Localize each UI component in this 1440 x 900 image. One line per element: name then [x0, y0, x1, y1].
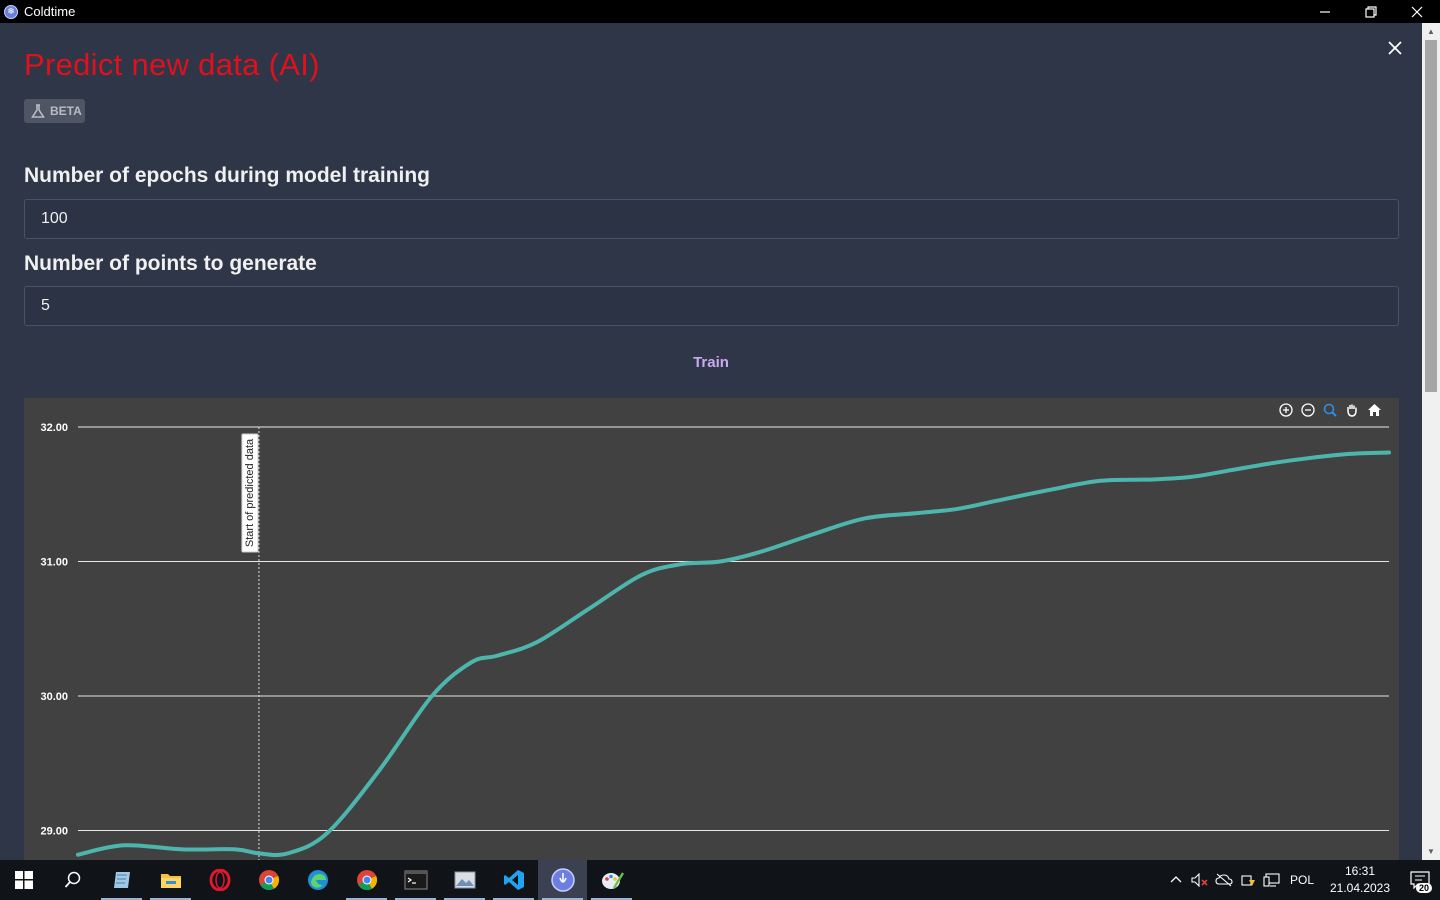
coldtime-app-icon — [550, 868, 575, 892]
points-label: Number of points to generate — [24, 252, 317, 275]
terminal-icon — [404, 870, 427, 890]
opera-icon — [209, 869, 230, 891]
paint-palette-icon — [601, 872, 624, 889]
speaker-muted-icon — [1191, 873, 1208, 887]
notification-count: 20 — [1415, 883, 1432, 893]
taskbar-app-chrome[interactable] — [244, 860, 293, 900]
window-title: Coldtime — [24, 4, 76, 19]
edge-icon — [307, 870, 328, 890]
network-icon — [1263, 873, 1280, 887]
taskbar-app-opera[interactable] — [195, 860, 244, 900]
taskbar-app-chrome-2[interactable] — [342, 860, 391, 900]
window-titlebar: ❄ Coldtime — [0, 0, 1440, 23]
chrome-icon — [356, 870, 377, 891]
chart-canvas: 32.00 31.00 30.00 29.00 Start of predicted d… — [40, 422, 1391, 860]
cloud-off-icon — [1215, 873, 1233, 887]
window-close-button[interactable] — [1394, 0, 1440, 23]
y-tick-label: 31.00 — [40, 557, 68, 569]
vertical-scrollbar[interactable]: ▲ ▼ — [1422, 23, 1440, 860]
zoom-out-button[interactable] — [1299, 401, 1317, 419]
zoom-in-icon — [1279, 403, 1293, 417]
epochs-label: Number of epochs during model training — [24, 164, 431, 187]
scroll-down-arrow-icon[interactable]: ▼ — [1422, 843, 1440, 860]
security-button[interactable] — [1236, 860, 1260, 900]
warning-shield-icon — [1241, 875, 1255, 886]
train-button[interactable]: Train — [670, 347, 752, 377]
show-hidden-icons-button[interactable] — [1164, 860, 1188, 900]
image-viewer-icon — [454, 871, 475, 889]
scroll-up-arrow-icon[interactable]: ▲ — [1422, 23, 1440, 40]
onedrive-button[interactable] — [1212, 860, 1236, 900]
search-button[interactable] — [48, 860, 97, 900]
input-language[interactable]: POL — [1284, 873, 1320, 887]
flask-icon — [31, 104, 45, 118]
epochs-input[interactable] — [24, 199, 1399, 239]
minimize-button[interactable] — [1302, 0, 1348, 23]
start-button[interactable] — [0, 860, 48, 900]
search-icon — [64, 871, 80, 888]
taskbar-app-paint[interactable] — [587, 860, 636, 900]
volume-button[interactable] — [1188, 860, 1212, 900]
taskbar-app-vscode[interactable] — [489, 860, 538, 900]
scrollbar-thumb[interactable] — [1425, 40, 1437, 392]
prediction-chart: 32.00 31.00 30.00 29.00 Start of predicted d… — [24, 398, 1399, 860]
taskbar-app-image-viewer[interactable] — [440, 860, 489, 900]
beta-label: BETA — [50, 104, 82, 118]
zoom-in-button[interactable] — [1277, 401, 1295, 419]
zoom-select-button[interactable] — [1321, 401, 1339, 419]
network-button[interactable] — [1260, 860, 1284, 900]
taskbar-app-terminal[interactable] — [391, 860, 440, 900]
y-tick-label: 29.00 — [40, 826, 68, 838]
clock-time: 16:31 — [1344, 864, 1376, 878]
minimize-icon — [1320, 10, 1330, 13]
y-tick-label: 32.00 — [40, 422, 68, 434]
clock-date: 21.04.2023 — [1329, 881, 1391, 895]
close-icon — [1388, 41, 1402, 55]
system-tray: POL 16:31 21.04.2023 20 — [1164, 860, 1440, 900]
taskbar-app-coldtime[interactable] — [538, 860, 587, 900]
taskbar-app-file-explorer[interactable] — [146, 860, 195, 900]
taskbar-app-edge[interactable] — [293, 860, 342, 900]
points-input[interactable] — [24, 286, 1399, 326]
dialog-content: Predict new data (AI) BETA Number of epo… — [0, 23, 1422, 860]
close-icon — [1411, 6, 1423, 17]
restore-icon — [1365, 5, 1377, 18]
zoom-select-icon — [1323, 403, 1337, 417]
y-tick-label: 30.00 — [40, 691, 68, 703]
dialog-close-button[interactable] — [1384, 37, 1406, 59]
taskbar-app-notes[interactable] — [97, 860, 146, 900]
chrome-icon — [258, 870, 279, 891]
beta-badge: BETA — [24, 99, 85, 123]
annotation-label: Start of predicted data — [244, 438, 256, 547]
window-controls — [1302, 0, 1440, 23]
windows-logo-icon — [15, 871, 33, 889]
page-title: Predict new data (AI) — [24, 47, 320, 82]
clock[interactable]: 16:31 21.04.2023 — [1320, 863, 1400, 897]
home-reset-icon — [1367, 404, 1381, 416]
vscode-icon — [503, 870, 524, 890]
notes-app-icon — [113, 872, 130, 888]
restore-button[interactable] — [1348, 0, 1394, 23]
series-line — [76, 450, 1391, 858]
reset-zoom-button[interactable] — [1365, 401, 1383, 419]
app-icon: ❄ — [4, 4, 18, 19]
chart-toolbar — [1277, 401, 1383, 419]
taskbar: POL 16:31 21.04.2023 20 — [0, 860, 1440, 900]
folder-icon — [160, 874, 181, 888]
pan-hand-icon — [1347, 404, 1357, 417]
zoom-out-icon — [1301, 403, 1315, 417]
pan-button[interactable] — [1343, 401, 1361, 419]
notification-center-button[interactable]: 20 — [1400, 860, 1440, 900]
chevron-up-icon — [1170, 876, 1182, 883]
